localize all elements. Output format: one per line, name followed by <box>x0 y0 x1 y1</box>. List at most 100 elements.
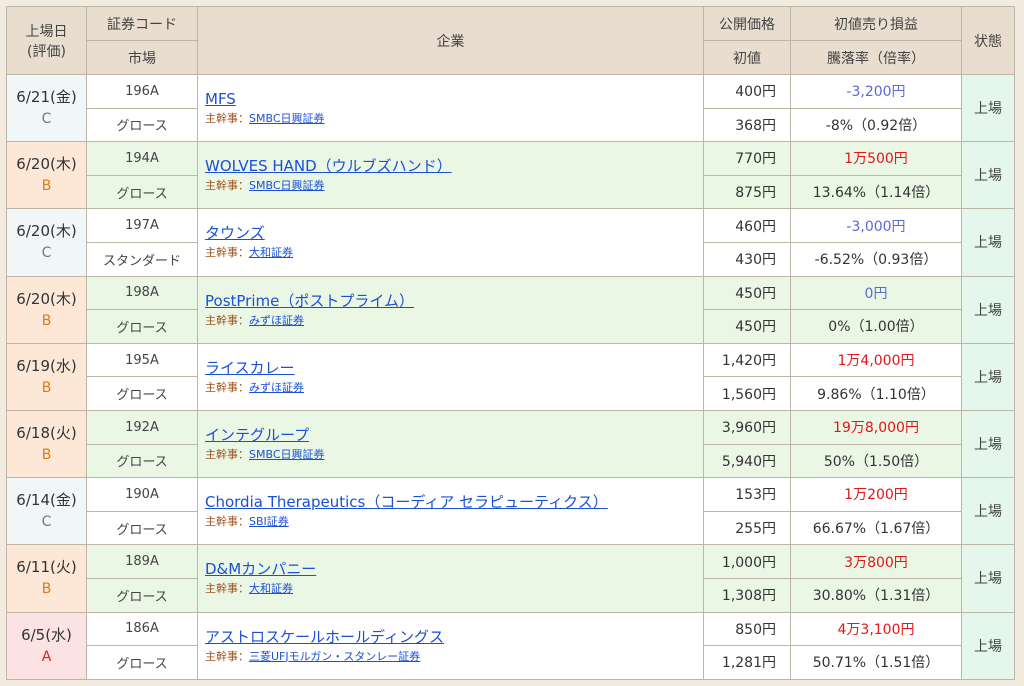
company-cell: PostPrime（ポストプライム） 主幹事：みずほ証券 <box>197 275 704 344</box>
company-cell: ライスカレー 主幹事：みずほ証券 <box>197 342 704 411</box>
lead-underwriter: 主幹事：三菱UFJモルガン・スタンレー証券 <box>205 648 703 666</box>
grade-badge: C <box>41 514 52 531</box>
listing-date: 6/11(火) <box>16 558 77 577</box>
company-link[interactable]: Chordia Therapeutics（コーディア セラピューティクス） <box>205 491 703 513</box>
grade-badge: B <box>41 379 52 396</box>
lead-label: 主幹事： <box>205 448 249 462</box>
table-row: 6/11(火) B 189A D&Mカンパニー 主幹事：大和証券 1,000円 … <box>6 544 1015 613</box>
lead-underwriter-link[interactable]: SMBC日興証券 <box>249 179 325 192</box>
header-code: 証券コード <box>86 6 198 41</box>
first-profit: 1万500円 <box>790 141 962 176</box>
ipo-table: 上場日 (評価) 証券コード 企業 公開価格 初値売り損益 状態 市場 初値 騰… <box>6 6 1015 680</box>
company-cell: インテグループ 主幹事：SMBC日興証券 <box>197 409 704 479</box>
first-price: 430円 <box>703 241 791 277</box>
lead-underwriter-link[interactable]: みずほ証券 <box>249 314 304 327</box>
status-badge: 上場 <box>961 409 1015 479</box>
lead-label: 主幹事： <box>205 380 249 394</box>
offer-price: 450円 <box>703 275 791 311</box>
lead-underwriter-link[interactable]: SBI証券 <box>249 515 289 528</box>
company-link[interactable]: ライスカレー <box>205 357 703 379</box>
grade-badge: A <box>41 648 52 665</box>
lead-underwriter-link[interactable]: SMBC日興証券 <box>249 112 325 125</box>
first-price: 368円 <box>703 107 791 143</box>
market: グロース <box>86 577 198 613</box>
lead-underwriter-link[interactable]: 大和証券 <box>249 582 293 595</box>
company-link[interactable]: D&Mカンパニー <box>205 558 703 580</box>
listing-date-cell: 6/20(木) B <box>6 275 87 344</box>
first-price: 5,940円 <box>703 443 791 479</box>
lead-underwriter: 主幹事：SBI証券 <box>205 513 703 531</box>
first-price: 255円 <box>703 510 791 546</box>
change-rate: 30.80%（1.31倍） <box>790 577 962 613</box>
grade-badge: B <box>41 312 52 329</box>
lead-underwriter: 主幹事：大和証券 <box>205 244 703 262</box>
table-row: 6/5(水) A 186A アストロスケールホールディングス 主幹事：三菱UFJ… <box>6 611 1015 680</box>
lead-underwriter-link[interactable]: みずほ証券 <box>249 381 304 394</box>
header-listing-date: 上場日 (評価) <box>6 6 87 75</box>
listing-date-cell: 6/20(木) C <box>6 208 87 277</box>
company-link[interactable]: アストロスケールホールディングス <box>205 626 703 648</box>
table-row: 6/20(木) B 194A WOLVES HAND（ウルブズハンド） 主幹事：… <box>6 141 1015 210</box>
listing-date-cell: 6/14(金) C <box>6 477 87 546</box>
offer-price: 1,420円 <box>703 342 791 378</box>
company-link[interactable]: インテグループ <box>205 424 703 446</box>
header-grade-label: (評価) <box>27 43 66 60</box>
lead-label: 主幹事： <box>205 179 249 193</box>
change-rate: 50%（1.50倍） <box>790 443 962 479</box>
listing-date: 6/21(金) <box>16 88 77 107</box>
offer-price: 770円 <box>703 141 791 176</box>
lead-underwriter-link[interactable]: 三菱UFJモルガン・スタンレー証券 <box>249 650 420 663</box>
listing-date-cell: 6/21(金) C <box>6 73 87 143</box>
listing-date: 6/14(金) <box>16 491 77 510</box>
status-badge: 上場 <box>961 73 1015 143</box>
table-row: 6/14(金) C 190A Chordia Therapeutics（コーディ… <box>6 477 1015 546</box>
listing-date-cell: 6/20(木) B <box>6 141 87 210</box>
market: グロース <box>86 443 198 479</box>
stock-code: 192A <box>86 409 198 445</box>
header-date-label: 上場日 <box>25 23 68 40</box>
company-link[interactable]: WOLVES HAND（ウルブズハンド） <box>205 155 703 177</box>
table-row: 6/18(火) B 192A インテグループ 主幹事：SMBC日興証券 3,96… <box>6 409 1015 479</box>
first-profit: 3万800円 <box>790 544 962 579</box>
lead-underwriter-link[interactable]: 大和証券 <box>249 246 293 259</box>
company-link[interactable]: タウンズ <box>205 222 703 244</box>
first-price: 875円 <box>703 174 791 210</box>
lead-label: 主幹事： <box>205 582 249 596</box>
stock-code: 197A <box>86 208 198 243</box>
stock-code: 195A <box>86 342 198 378</box>
stock-code: 194A <box>86 141 198 176</box>
lead-label: 主幹事： <box>205 515 249 529</box>
offer-price: 1,000円 <box>703 544 791 579</box>
lead-underwriter-link[interactable]: SMBC日興証券 <box>249 448 325 461</box>
grade-badge: B <box>41 447 52 464</box>
first-price: 1,560円 <box>703 376 791 411</box>
company-link[interactable]: MFS <box>205 88 703 110</box>
first-price: 1,281円 <box>703 645 791 680</box>
stock-code: 189A <box>86 544 198 579</box>
company-link[interactable]: PostPrime（ポストプライム） <box>205 290 703 312</box>
company-cell: D&Mカンパニー 主幹事：大和証券 <box>197 544 704 613</box>
lead-label: 主幹事： <box>205 246 249 260</box>
lead-underwriter: 主幹事：みずほ証券 <box>205 312 703 330</box>
market: グロース <box>86 510 198 546</box>
listing-date: 6/18(火) <box>16 424 77 443</box>
change-rate: -8%（0.92倍） <box>790 107 962 143</box>
first-profit: -3,000円 <box>790 208 962 243</box>
first-profit: 19万8,000円 <box>790 409 962 445</box>
grade-badge: B <box>41 581 52 598</box>
first-profit: 4万3,100円 <box>790 611 962 647</box>
stock-code: 190A <box>86 477 198 512</box>
offer-price: 460円 <box>703 208 791 243</box>
grade-badge: B <box>41 178 52 195</box>
change-rate: 50.71%（1.51倍） <box>790 645 962 680</box>
listing-date: 6/20(木) <box>16 155 77 174</box>
offer-price: 850円 <box>703 611 791 647</box>
table-row: 6/20(木) B 198A PostPrime（ポストプライム） 主幹事：みず… <box>6 275 1015 344</box>
header-market: 市場 <box>86 40 198 75</box>
first-profit: 0円 <box>790 275 962 311</box>
listing-date-cell: 6/11(火) B <box>6 544 87 613</box>
lead-underwriter: 主幹事：大和証券 <box>205 580 703 598</box>
grade-badge: C <box>41 111 52 128</box>
listing-date-cell: 6/18(火) B <box>6 409 87 479</box>
change-rate: 66.67%（1.67倍） <box>790 510 962 546</box>
